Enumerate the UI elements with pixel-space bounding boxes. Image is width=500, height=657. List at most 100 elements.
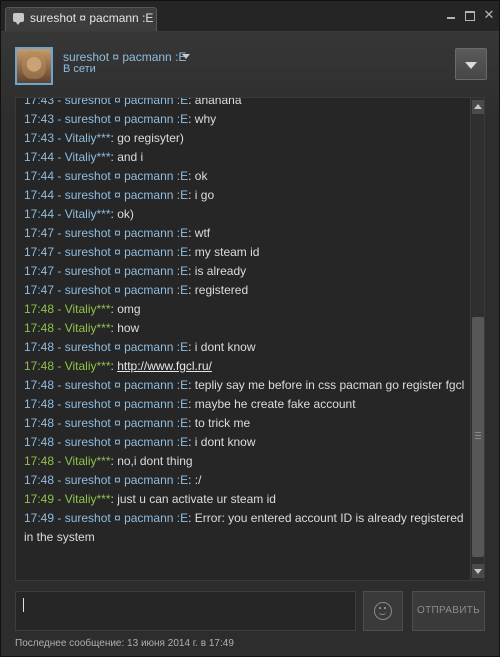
message-text: maybe he create fake account bbox=[194, 397, 356, 411]
message-sender: sureshot ¤ pacmann :E bbox=[64, 245, 189, 259]
message-row: 17:43 - sureshot ¤ pacmann :E: ahahaha bbox=[24, 97, 468, 110]
message-row: 17:48 - Vitaliy***: how bbox=[24, 321, 140, 335]
message-time: 17:48 bbox=[24, 435, 55, 449]
message-text: i dont know bbox=[194, 435, 256, 449]
scroll-down-arrow[interactable] bbox=[472, 564, 484, 578]
message-sender: sureshot ¤ pacmann :E bbox=[64, 188, 189, 202]
message-text: go regisyter) bbox=[117, 131, 184, 145]
message-sender: sureshot ¤ pacmann :E bbox=[64, 97, 189, 107]
message-row: 17:48 - sureshot ¤ pacmann :E: tepliy sa… bbox=[24, 378, 465, 392]
message-row: 17:48 - sureshot ¤ pacmann :E: i dont kn… bbox=[24, 340, 256, 354]
message-text: why bbox=[194, 112, 217, 126]
message-sender: sureshot ¤ pacmann :E bbox=[64, 473, 189, 487]
title-bar: sureshot ¤ pacmann :E ✕ bbox=[1, 1, 499, 32]
message-text: i go bbox=[194, 188, 215, 202]
message-time: 17:48 bbox=[24, 321, 55, 335]
message-time: 17:44 bbox=[24, 169, 55, 183]
scrollbar[interactable] bbox=[470, 98, 484, 580]
chat-tab[interactable]: sureshot ¤ pacmann :E bbox=[5, 7, 157, 31]
chat-header: sureshot ¤ pacmann :E В сети bbox=[1, 32, 499, 94]
message-row: 17:48 - sureshot ¤ pacmann :E: :/ bbox=[24, 473, 202, 487]
message-row: 17:44 - sureshot ¤ pacmann :E: i go bbox=[24, 188, 215, 202]
scroll-up-arrow[interactable] bbox=[472, 100, 484, 114]
contact-name[interactable]: sureshot ¤ pacmann :E bbox=[63, 50, 186, 64]
message-row: 17:44 - Vitaliy***: and i bbox=[24, 150, 144, 164]
message-row: 17:47 - sureshot ¤ pacmann :E: wtf bbox=[24, 226, 211, 240]
message-time: 17:43 bbox=[24, 97, 55, 107]
message-time: 17:44 bbox=[24, 188, 55, 202]
maximize-button[interactable] bbox=[463, 8, 477, 22]
chat-window: sureshot ¤ pacmann :E ✕ sureshot ¤ pacma… bbox=[0, 0, 500, 657]
message-time: 17:48 bbox=[24, 454, 55, 468]
chevron-down-icon bbox=[465, 62, 477, 69]
minimize-button[interactable] bbox=[444, 8, 458, 22]
message-time: 17:44 bbox=[24, 150, 55, 164]
message-sender: sureshot ¤ pacmann :E bbox=[64, 264, 189, 278]
chat-options-button[interactable] bbox=[455, 48, 487, 80]
message-time: 17:47 bbox=[24, 264, 55, 278]
send-button[interactable]: ОТПРАВИТЬ bbox=[412, 591, 485, 631]
message-sender: Vitaliy*** bbox=[64, 302, 111, 316]
message-sender: Vitaliy*** bbox=[64, 321, 111, 335]
scroll-thumb[interactable] bbox=[472, 317, 484, 557]
message-time: 17:43 bbox=[24, 131, 55, 145]
message-time: 17:43 bbox=[24, 112, 55, 126]
message-text: ok bbox=[194, 169, 208, 183]
message-text: registered bbox=[194, 283, 249, 297]
message-row: 17:44 - sureshot ¤ pacmann :E: ok bbox=[24, 169, 208, 183]
message-text: how bbox=[117, 321, 140, 335]
message-row: 17:44 - Vitaliy***: ok) bbox=[24, 207, 134, 221]
message-time: 17:48 bbox=[24, 397, 55, 411]
message-row: 17:48 - sureshot ¤ pacmann :E: maybe he … bbox=[24, 397, 356, 411]
avatar[interactable] bbox=[15, 47, 53, 85]
message-text: omg bbox=[117, 302, 141, 316]
message-text: is already bbox=[194, 264, 247, 278]
message-row: 17:48 - sureshot ¤ pacmann :E: i dont kn… bbox=[24, 435, 256, 449]
message-sender: sureshot ¤ pacmann :E bbox=[64, 112, 189, 126]
message-time: 17:48 bbox=[24, 416, 55, 430]
message-input[interactable] bbox=[15, 591, 356, 631]
chevron-down-icon[interactable] bbox=[182, 54, 190, 59]
message-text: wtf bbox=[194, 226, 211, 240]
message-sender: Vitaliy*** bbox=[64, 207, 111, 221]
message-text: ok) bbox=[117, 207, 134, 221]
message-text: and i bbox=[117, 150, 144, 164]
message-row: 17:43 - sureshot ¤ pacmann :E: why bbox=[24, 112, 217, 126]
emoticon-button[interactable] bbox=[363, 591, 403, 631]
last-message-info: Последнее сообщение: 13 июня 2014 г. в 1… bbox=[15, 638, 234, 649]
message-link[interactable]: http://www.fgcl.ru/ bbox=[117, 359, 212, 373]
message-sender: Vitaliy*** bbox=[64, 359, 111, 373]
message-text: ahahaha bbox=[194, 97, 242, 107]
message-sender: sureshot ¤ pacmann :E bbox=[64, 226, 189, 240]
message-text: tepliy say me before in css pacman go re… bbox=[194, 378, 465, 392]
smiley-icon bbox=[374, 602, 392, 620]
contact-status: В сети bbox=[63, 63, 96, 75]
message-time: 17:48 bbox=[24, 378, 55, 392]
message-time: 17:48 bbox=[24, 340, 55, 354]
message-row: 17:47 - sureshot ¤ pacmann :E: is alread… bbox=[24, 264, 247, 278]
message-sender: sureshot ¤ pacmann :E bbox=[64, 511, 189, 525]
message-history[interactable]: 17:43 - sureshot ¤ pacmann :E: ahahaha 17… bbox=[15, 97, 485, 581]
tab-title: sureshot ¤ pacmann :E bbox=[30, 11, 154, 25]
chat-bubble-icon bbox=[13, 13, 24, 25]
maximize-icon bbox=[465, 11, 475, 21]
message-list: 17:43 - sureshot ¤ pacmann :E: ahahaha 17… bbox=[24, 97, 468, 547]
message-sender: Vitaliy*** bbox=[64, 492, 111, 506]
message-row: 17:48 - sureshot ¤ pacmann :E: to trick … bbox=[24, 416, 251, 430]
grip-icon bbox=[475, 432, 481, 440]
message-time: 17:48 bbox=[24, 473, 55, 487]
message-row: 17:47 - sureshot ¤ pacmann :E: registere… bbox=[24, 283, 249, 297]
message-time: 17:47 bbox=[24, 226, 55, 240]
message-row: 17:48 - Vitaliy***: omg bbox=[24, 302, 141, 316]
message-sender: sureshot ¤ pacmann :E bbox=[64, 397, 189, 411]
minimize-icon bbox=[447, 17, 455, 19]
message-text: my steam id bbox=[194, 245, 260, 259]
text-caret bbox=[23, 598, 24, 612]
message-sender: sureshot ¤ pacmann :E bbox=[64, 416, 189, 430]
message-row: 17:47 - sureshot ¤ pacmann :E: my steam … bbox=[24, 245, 260, 259]
message-row: 17:49 - sureshot ¤ pacmann :E: Error: yo… bbox=[24, 511, 464, 544]
message-sender: Vitaliy*** bbox=[64, 454, 111, 468]
close-button[interactable]: ✕ bbox=[482, 8, 496, 22]
message-text: to trick me bbox=[194, 416, 251, 430]
message-time: 17:44 bbox=[24, 207, 55, 221]
